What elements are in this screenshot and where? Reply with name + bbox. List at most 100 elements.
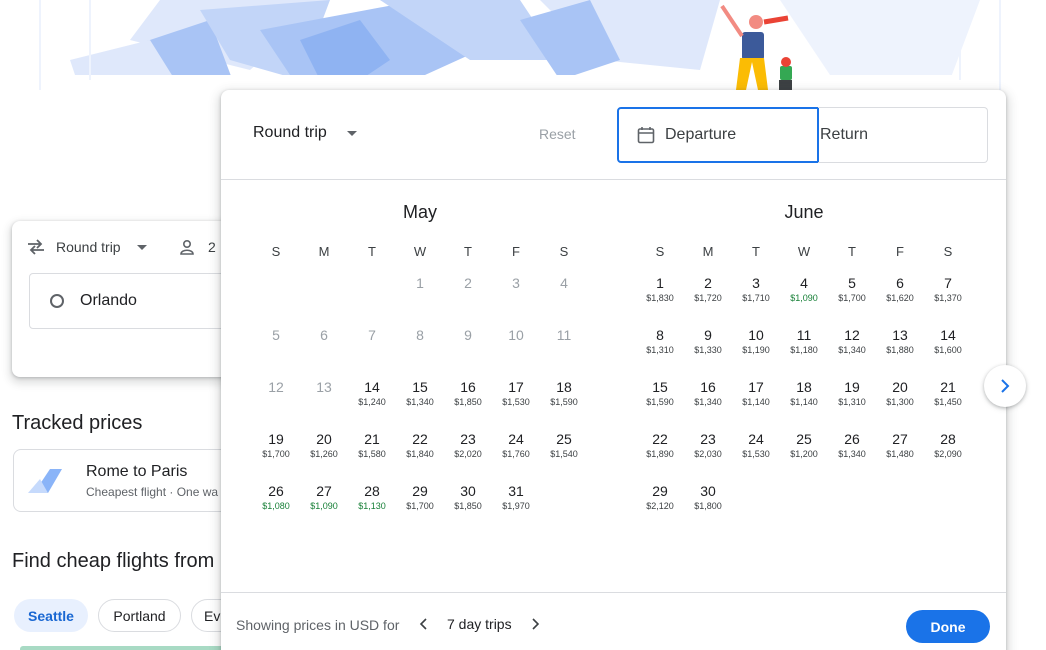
day-number: 22 xyxy=(652,431,668,447)
day-cell[interactable]: 16 $1,340 xyxy=(684,378,732,430)
day-cell[interactable]: 14 $1,600 xyxy=(924,326,972,378)
day-number: 13 xyxy=(316,379,332,395)
empty-day-cell xyxy=(348,274,396,326)
day-cell: 13 xyxy=(300,378,348,430)
day-cell[interactable]: 23 $2,020 xyxy=(444,430,492,482)
day-cell[interactable]: 19 $1,310 xyxy=(828,378,876,430)
origin-circle-icon xyxy=(50,294,64,308)
day-cell[interactable]: 5 $1,700 xyxy=(828,274,876,326)
day-cell[interactable]: 24 $1,760 xyxy=(492,430,540,482)
chevron-right-icon[interactable] xyxy=(528,617,542,631)
city-chip-portland[interactable]: Portland xyxy=(98,599,181,632)
day-cell[interactable]: 21 $1,580 xyxy=(348,430,396,482)
day-cell[interactable]: 23 $2,030 xyxy=(684,430,732,482)
day-cell[interactable]: 27 $1,090 xyxy=(300,482,348,534)
day-cell[interactable]: 20 $1,260 xyxy=(300,430,348,482)
day-cell[interactable]: 2 $1,720 xyxy=(684,274,732,326)
day-cell[interactable]: 26 $1,340 xyxy=(828,430,876,482)
day-cell[interactable]: 27 $1,480 xyxy=(876,430,924,482)
day-price: $1,090 xyxy=(310,501,338,511)
day-cell[interactable]: 25 $1,540 xyxy=(540,430,588,482)
day-cell[interactable]: 17 $1,140 xyxy=(732,378,780,430)
day-number: 16 xyxy=(700,379,716,395)
day-cell[interactable]: 15 $1,590 xyxy=(636,378,684,430)
city-chip-seattle[interactable]: Seattle xyxy=(14,599,88,632)
day-cell[interactable]: 1 $1,830 xyxy=(636,274,684,326)
day-number: 28 xyxy=(364,483,380,499)
day-cell[interactable]: 28 $1,130 xyxy=(348,482,396,534)
day-cell[interactable]: 29 $2,120 xyxy=(636,482,684,534)
month-may: May S M T W T F S 1 2 3 4 5 6 7 8 9 10 11 12 13 14 $1,… xyxy=(252,202,588,534)
day-cell[interactable]: 26 $1,080 xyxy=(252,482,300,534)
day-cell[interactable]: 30 $1,800 xyxy=(684,482,732,534)
day-cell[interactable]: 31 $1,970 xyxy=(492,482,540,534)
day-cell: 5 xyxy=(252,326,300,378)
day-cell[interactable]: 6 $1,620 xyxy=(876,274,924,326)
day-cell[interactable]: 22 $1,890 xyxy=(636,430,684,482)
day-number: 19 xyxy=(844,379,860,395)
panel-trip-type-label: Round trip xyxy=(253,124,327,141)
day-number: 19 xyxy=(268,431,284,447)
panel-trip-type-select[interactable]: Round trip xyxy=(253,124,357,142)
day-cell[interactable]: 8 $1,310 xyxy=(636,326,684,378)
day-cell[interactable]: 12 $1,340 xyxy=(828,326,876,378)
tracked-subtitle: Cheapest flight · One wa xyxy=(86,485,219,499)
passenger-count: 2 xyxy=(208,239,216,255)
calendar-icon xyxy=(637,127,655,144)
day-number: 15 xyxy=(652,379,668,395)
day-cell[interactable]: 9 $1,330 xyxy=(684,326,732,378)
day-cell[interactable]: 17 $1,530 xyxy=(492,378,540,430)
chevron-left-icon[interactable] xyxy=(417,617,431,631)
day-cell[interactable]: 14 $1,240 xyxy=(348,378,396,430)
day-price: $1,090 xyxy=(790,293,818,303)
done-button[interactable]: Done xyxy=(906,610,990,643)
day-cell[interactable]: 7 $1,370 xyxy=(924,274,972,326)
day-cell[interactable]: 18 $1,590 xyxy=(540,378,588,430)
day-number: 30 xyxy=(460,483,476,499)
day-number: 18 xyxy=(556,379,572,395)
day-cell[interactable]: 24 $1,530 xyxy=(732,430,780,482)
day-cell[interactable]: 20 $1,300 xyxy=(876,378,924,430)
day-cell[interactable]: 10 $1,190 xyxy=(732,326,780,378)
return-field[interactable]: Return xyxy=(818,107,988,163)
day-number: 5 xyxy=(272,327,280,343)
day-cell[interactable]: 21 $1,450 xyxy=(924,378,972,430)
day-cell[interactable]: 25 $1,200 xyxy=(780,430,828,482)
day-cell[interactable]: 13 $1,880 xyxy=(876,326,924,378)
day-cell: 10 xyxy=(492,326,540,378)
next-month-button[interactable] xyxy=(984,365,1026,407)
day-price: $1,830 xyxy=(646,293,674,303)
day-cell[interactable]: 19 $1,700 xyxy=(252,430,300,482)
departure-field[interactable]: Departure xyxy=(617,107,819,163)
day-cell[interactable]: 16 $1,850 xyxy=(444,378,492,430)
day-price: $1,970 xyxy=(502,501,530,511)
day-number: 20 xyxy=(892,379,908,395)
day-cell[interactable]: 3 $1,710 xyxy=(732,274,780,326)
day-price: $1,700 xyxy=(406,501,434,511)
day-cell: 4 xyxy=(540,274,588,326)
day-cell: 3 xyxy=(492,274,540,326)
day-price: $1,340 xyxy=(406,397,434,407)
day-cell[interactable]: 4 $1,090 xyxy=(780,274,828,326)
day-price: $1,300 xyxy=(886,397,914,407)
day-price: $1,590 xyxy=(550,397,578,407)
trip-type-select[interactable]: Round trip xyxy=(26,238,147,256)
day-price: $1,530 xyxy=(742,449,770,459)
day-price: $1,760 xyxy=(502,449,530,459)
day-number: 3 xyxy=(752,275,760,291)
weekday-header: S M T W T F S xyxy=(252,244,588,259)
day-price: $1,720 xyxy=(694,293,722,303)
day-cell[interactable]: 18 $1,140 xyxy=(780,378,828,430)
day-number: 8 xyxy=(656,327,664,343)
day-cell[interactable]: 28 $2,090 xyxy=(924,430,972,482)
day-number: 8 xyxy=(416,327,424,343)
person-icon xyxy=(180,239,194,255)
day-cell[interactable]: 29 $1,700 xyxy=(396,482,444,534)
day-cell[interactable]: 22 $1,840 xyxy=(396,430,444,482)
passenger-select[interactable]: 2 xyxy=(178,238,216,256)
day-cell[interactable]: 11 $1,180 xyxy=(780,326,828,378)
day-cell[interactable]: 30 $1,850 xyxy=(444,482,492,534)
reset-button[interactable]: Reset xyxy=(539,126,576,142)
day-cell[interactable]: 15 $1,340 xyxy=(396,378,444,430)
trip-length-control: 7 day trips xyxy=(417,616,542,632)
